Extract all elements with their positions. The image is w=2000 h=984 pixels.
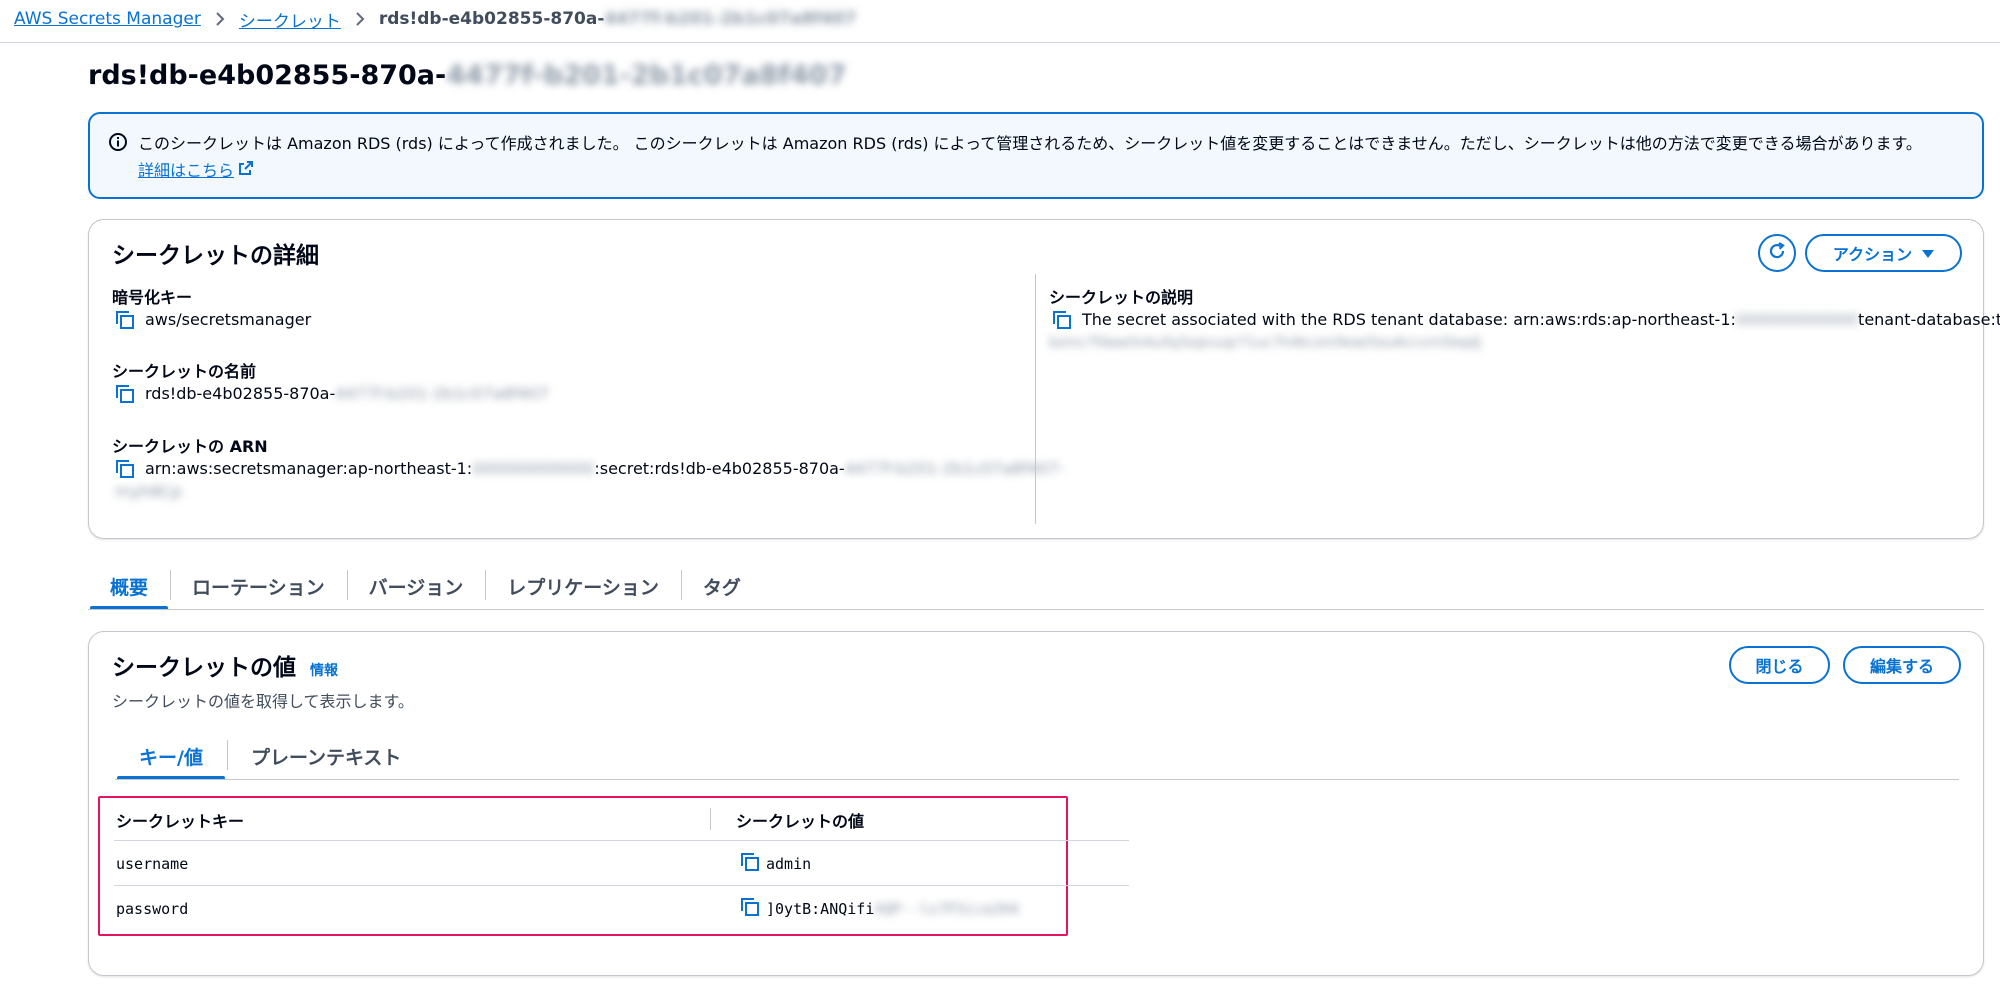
caret-down-icon bbox=[1922, 244, 1935, 263]
redacted-text: 000000000000 bbox=[1735, 310, 1859, 329]
tab-tags[interactable]: タグ bbox=[680, 562, 763, 610]
redacted-text: XQP--lx7P3ica2H4 bbox=[874, 900, 1019, 918]
encryption-key-label: 暗号化キー bbox=[112, 288, 193, 307]
tab-key-value[interactable]: キー/値 bbox=[115, 732, 227, 780]
table-row-key: username bbox=[116, 855, 189, 873]
chevron-right-icon bbox=[355, 12, 365, 26]
secret-key-value-table: シークレットキー シークレットの値 username admin passwor… bbox=[98, 796, 1129, 936]
info-link[interactable]: 情報 bbox=[310, 663, 338, 679]
banner-text: このシークレットは Amazon RDS (rds) によって作成されました。 … bbox=[138, 134, 1922, 153]
tab-versions[interactable]: バージョン bbox=[346, 562, 486, 610]
learn-more-link[interactable]: 詳細はこちら bbox=[138, 157, 254, 184]
redacted-text: 4477f-b201-2b1c07a8f407 bbox=[446, 60, 847, 91]
redacted-text: bzmc7fdaw5nkufq3sqivuqr71uc7h4kcsm9ewi5e… bbox=[1049, 335, 1481, 351]
table-row-value: ]0ytB:ANQifiXQP--lx7P3ica2H4 bbox=[740, 895, 1019, 923]
copy-icon[interactable] bbox=[115, 310, 135, 336]
tab-overview[interactable]: 概要 bbox=[88, 562, 170, 610]
secret-name-value: rds!db-e4b02855-870a-4477f-b201-2b1c07a8… bbox=[115, 383, 549, 410]
column-divider bbox=[710, 808, 711, 830]
secret-value-heading: シークレットの値 情報 bbox=[112, 655, 339, 681]
external-link-icon bbox=[238, 157, 254, 184]
redacted-text: 4477f-b201-2b1c07a8f407 bbox=[335, 384, 549, 403]
redacted-text: 000000000000 bbox=[472, 459, 595, 478]
secret-arn-value: arn:aws:secretsmanager:ap-northeast-1:00… bbox=[115, 458, 1064, 485]
tab-replication[interactable]: レプリケーション bbox=[485, 562, 681, 610]
copy-icon[interactable] bbox=[740, 897, 760, 921]
copy-icon[interactable] bbox=[740, 852, 760, 876]
refresh-icon bbox=[1767, 241, 1787, 265]
info-icon bbox=[108, 132, 128, 156]
tab-rotation[interactable]: ローテーション bbox=[170, 562, 347, 610]
secret-details-heading: シークレットの詳細 bbox=[112, 243, 319, 269]
info-banner: このシークレットは Amazon RDS (rds) によって作成されました。 … bbox=[88, 112, 1984, 199]
breadcrumb-current: rds!db-e4b02855-870a-4477f-b201-2b1c07a8… bbox=[378, 9, 857, 29]
column-divider bbox=[1035, 274, 1036, 524]
breadcrumb: AWS Secrets Manager シークレット rds!db-e4b028… bbox=[14, 6, 856, 32]
copy-icon[interactable] bbox=[115, 384, 135, 410]
main-tabs: 概要 ローテーション バージョン レプリケーション タグ bbox=[88, 562, 763, 610]
column-header-value: シークレットの値 bbox=[736, 812, 865, 831]
secret-value-tabs: キー/値 プレーンテキスト bbox=[115, 732, 425, 780]
close-button[interactable]: 閉じる bbox=[1729, 646, 1830, 684]
breadcrumb-link-secrets-manager[interactable]: AWS Secrets Manager bbox=[14, 9, 201, 29]
encryption-key-value: aws/secretsmanager bbox=[115, 309, 311, 336]
secret-details-panel: シークレットの詳細 アクション 暗号化キー aws/secretsmanager… bbox=[88, 219, 2000, 539]
refresh-button[interactable] bbox=[1758, 234, 1796, 272]
table-divider bbox=[114, 885, 1129, 886]
chevron-right-icon bbox=[215, 12, 225, 26]
header-divider bbox=[0, 42, 2000, 43]
redacted-text: 4477f-b201-2b1c07a8f407 bbox=[604, 9, 857, 29]
redacted-text: myh8Cp bbox=[115, 482, 182, 501]
table-row-value: admin bbox=[740, 850, 811, 878]
actions-dropdown-button[interactable]: アクション bbox=[1805, 234, 1962, 272]
secret-value-panel: シークレットの値 情報 シークレットの値を取得して表示します。 閉じる 編集する… bbox=[88, 631, 1984, 976]
secret-name-label: シークレットの名前 bbox=[112, 362, 257, 381]
table-row-key: password bbox=[116, 900, 189, 918]
secret-arn-label: シークレットの ARN bbox=[112, 437, 268, 456]
redacted-text: 4477f-b201-2b1c07a8f407- bbox=[844, 459, 1065, 478]
secret-value-description: シークレットの値を取得して表示します。 bbox=[112, 692, 414, 711]
table-divider bbox=[114, 840, 1129, 841]
edit-button[interactable]: 編集する bbox=[1843, 646, 1961, 684]
inner-tabs-divider bbox=[115, 779, 1959, 780]
secret-description-label: シークレットの説明 bbox=[1049, 288, 1194, 307]
breadcrumb-link-secrets[interactable]: シークレット bbox=[239, 7, 341, 32]
page-title: rds!db-e4b02855-870a-4477f-b201-2b1c07a8… bbox=[88, 60, 847, 91]
column-header-key: シークレットキー bbox=[116, 812, 245, 831]
tab-plaintext[interactable]: プレーンテキスト bbox=[226, 732, 425, 780]
tabs-divider bbox=[88, 609, 1984, 610]
